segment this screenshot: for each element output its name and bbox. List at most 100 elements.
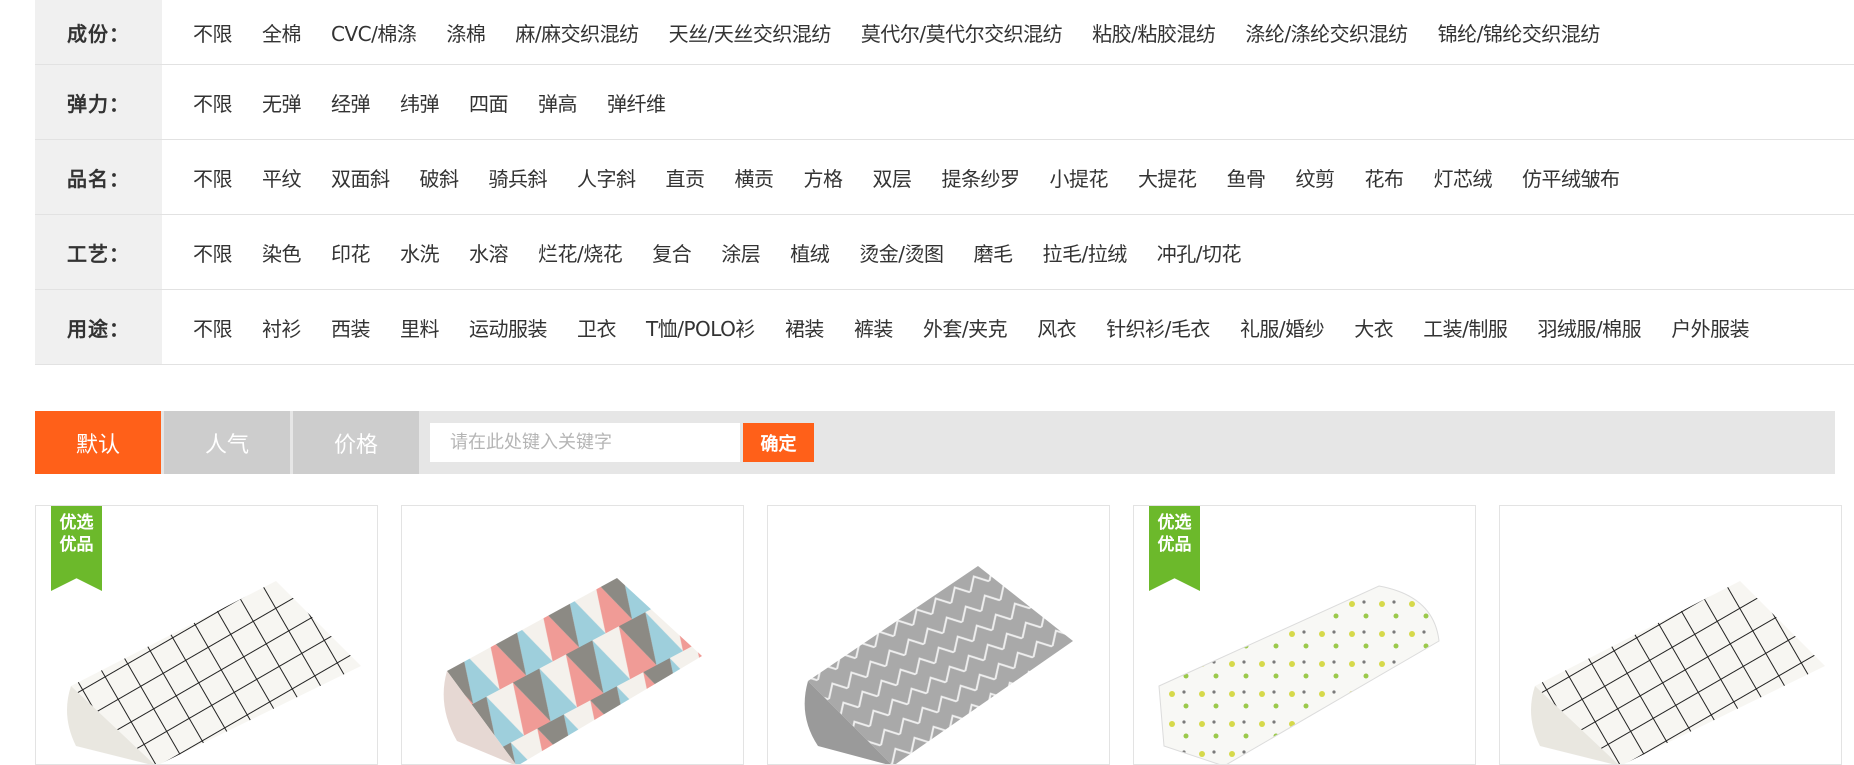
filter-option[interactable]: 不限 xyxy=(193,18,233,47)
filter-option[interactable]: 鱼骨 xyxy=(1227,163,1267,192)
fabric-image xyxy=(1531,581,1825,764)
filter-options: 不限 衬衫 西装 里料 运动服装 卫衣 T恤/POLO衫 裙装 裤装 外套/夹克 风衣 针织衫/毛衣 礼… xyxy=(193,290,1779,364)
filter-label: 成份： xyxy=(35,0,162,64)
filter-option[interactable]: 花布 xyxy=(1365,163,1405,192)
filter-label: 品名： xyxy=(35,140,162,214)
filter-option[interactable]: 风衣 xyxy=(1037,313,1077,342)
filter-option[interactable]: 水洗 xyxy=(400,238,440,267)
filter-option[interactable]: 不限 xyxy=(193,88,233,117)
filter-option[interactable]: 针织衫/毛衣 xyxy=(1106,313,1210,342)
filter-option[interactable]: 涤棉 xyxy=(446,18,486,47)
filter-option[interactable]: 磨毛 xyxy=(974,238,1014,267)
filter-option[interactable]: 水溶 xyxy=(469,238,509,267)
filter-option[interactable]: 植绒 xyxy=(790,238,830,267)
keyword-search-input[interactable] xyxy=(430,423,740,462)
filter-option[interactable]: 天丝/天丝交织混纺 xyxy=(669,18,832,47)
filter-row-composition: 成份： 不限 全棉 CVC/棉涤 涤棉 麻/麻交织混纺 天丝/天丝交织混纺 莫代尔/莫代尔交… xyxy=(35,0,1854,65)
filter-option[interactable]: 户外服装 xyxy=(1671,313,1750,342)
filter-panel: 成份： 不限 全棉 CVC/棉涤 涤棉 麻/麻交织混纺 天丝/天丝交织混纺 莫代尔/莫代尔交… xyxy=(35,0,1854,365)
filter-option[interactable]: 不限 xyxy=(193,238,233,267)
filter-option[interactable]: 麻/麻交织混纺 xyxy=(515,18,639,47)
filter-label: 用途： xyxy=(35,290,162,364)
filter-option[interactable]: 裤装 xyxy=(854,313,894,342)
filter-option[interactable]: 纹剪 xyxy=(1296,163,1336,192)
filter-row-product-name: 品名： 不限 平纹 双面斜 破斜 骑兵斜 人字斜 直贡 横贡 方格 双层 提条纱罗 小提花 大提花 鱼骨纹… xyxy=(35,140,1854,215)
filter-label: 弹力： xyxy=(35,65,162,139)
product-card[interactable]: 优选 优品 xyxy=(35,505,378,765)
filter-option[interactable]: 提条纱罗 xyxy=(942,163,1021,192)
filter-options: 不限 平纹 双面斜 破斜 骑兵斜 人字斜 直贡 横贡 方格 双层 提条纱罗 小提花 大提花 鱼骨 纹剪 花布灯… xyxy=(193,140,1650,214)
sort-tab-price[interactable]: 价格 xyxy=(293,411,419,474)
filter-options: 不限 染色 印花 水洗 水溶 烂花/烧花 复合 涂层 植绒 烫金/烫图 磨毛 拉毛/拉绒 冲孔/切花 xyxy=(193,215,1271,289)
filter-option[interactable]: 破斜 xyxy=(420,163,460,192)
product-card[interactable] xyxy=(401,505,744,765)
product-card[interactable] xyxy=(1499,505,1842,765)
filter-option[interactable]: 外套/夹克 xyxy=(923,313,1008,342)
filter-option[interactable]: 仿平绒皱布 xyxy=(1522,163,1620,192)
filter-option[interactable]: 运动服装 xyxy=(469,313,548,342)
filter-option[interactable]: 平纹 xyxy=(262,163,302,192)
badge-line: 优品 xyxy=(59,535,94,555)
filter-option[interactable]: 涤纶/涤纶交织混纺 xyxy=(1245,18,1408,47)
premium-badge: 优选 优品 xyxy=(51,506,102,591)
sort-tab-popularity[interactable]: 人气 xyxy=(164,411,290,474)
filter-option[interactable]: 工装/制服 xyxy=(1423,313,1508,342)
filter-options: 不限 无弹 经弹 纬弹 四面 弹高 弹纤维 xyxy=(193,65,696,139)
filter-option[interactable]: 冲孔/切花 xyxy=(1157,238,1242,267)
filter-option[interactable]: 弹纤维 xyxy=(607,88,666,117)
filter-option[interactable]: 里料 xyxy=(400,313,440,342)
fabric-image xyxy=(443,578,702,764)
product-card[interactable] xyxy=(767,505,1110,765)
product-card[interactable]: 优选 优品 xyxy=(1133,505,1476,765)
filter-option[interactable]: 烫金/烫图 xyxy=(859,238,944,267)
filter-option[interactable]: 卫衣 xyxy=(577,313,617,342)
fabric-image xyxy=(804,566,1073,764)
filter-option[interactable]: 不限 xyxy=(193,313,233,342)
filter-option[interactable]: 染色 xyxy=(262,238,302,267)
filter-option[interactable]: 小提花 xyxy=(1050,163,1109,192)
sort-bar: 默认 人气 价格 确定 xyxy=(35,411,1835,474)
filter-option[interactable]: 衬衫 xyxy=(262,313,302,342)
filter-option[interactable]: 直贡 xyxy=(666,163,706,192)
filter-option[interactable]: 人字斜 xyxy=(577,163,636,192)
filter-option[interactable]: 粘胶/粘胶混纺 xyxy=(1092,18,1216,47)
filter-option[interactable]: 双层 xyxy=(873,163,913,192)
filter-option[interactable]: 裙装 xyxy=(785,313,825,342)
filter-row-usage: 用途： 不限 衬衫 西装 里料 运动服装 卫衣 T恤/POLO衫 裙装 裤装 外套/夹克 风衣 针织衫… xyxy=(35,290,1854,365)
filter-option[interactable]: 灯芯绒 xyxy=(1434,163,1493,192)
filter-option[interactable]: 莫代尔/莫代尔交织混纺 xyxy=(861,18,1063,47)
filter-option[interactable]: 烂花/烧花 xyxy=(538,238,623,267)
filter-row-elasticity: 弹力： 不限 无弹 经弹 纬弹 四面 弹高 弹纤维 xyxy=(35,65,1854,140)
filter-option[interactable]: 大提花 xyxy=(1138,163,1197,192)
filter-option[interactable]: 不限 xyxy=(193,163,233,192)
filter-option[interactable]: CVC/棉涤 xyxy=(331,18,417,47)
filter-option[interactable]: 方格 xyxy=(804,163,844,192)
filter-option[interactable]: 复合 xyxy=(652,238,692,267)
filter-option[interactable]: 西装 xyxy=(331,313,371,342)
badge-line: 优选 xyxy=(1157,513,1192,533)
filter-option[interactable]: 纬弹 xyxy=(400,88,440,117)
confirm-search-button[interactable]: 确定 xyxy=(743,423,814,462)
filter-option[interactable]: 全棉 xyxy=(262,18,302,47)
sort-tab-default[interactable]: 默认 xyxy=(35,411,161,474)
filter-option[interactable]: 羽绒服/棉服 xyxy=(1537,313,1641,342)
filter-option[interactable]: 拉毛/拉绒 xyxy=(1043,238,1128,267)
filter-option[interactable]: 四面 xyxy=(469,88,509,117)
filter-label: 工艺： xyxy=(35,215,162,289)
filter-option[interactable]: 无弹 xyxy=(262,88,302,117)
filter-option[interactable]: 骑兵斜 xyxy=(489,163,548,192)
filter-row-process: 工艺： 不限 染色 印花 水洗 水溶 烂花/烧花 复合 涂层 植绒 烫金/烫图 磨毛 拉毛/拉绒 冲孔/… xyxy=(35,215,1854,290)
filter-option[interactable]: 经弹 xyxy=(331,88,371,117)
filter-option[interactable]: 横贡 xyxy=(735,163,775,192)
badge-line: 优选 xyxy=(59,513,94,533)
filter-options: 不限 全棉 CVC/棉涤 涤棉 麻/麻交织混纺 天丝/天丝交织混纺 莫代尔/莫代尔交织混纺粘… xyxy=(193,0,1630,64)
filter-option[interactable]: 印花 xyxy=(331,238,371,267)
filter-option[interactable]: 弹高 xyxy=(538,88,578,117)
filter-option[interactable]: 双面斜 xyxy=(331,163,390,192)
filter-option[interactable]: 大衣 xyxy=(1354,313,1394,342)
filter-option[interactable]: 涂层 xyxy=(721,238,761,267)
badge-line: 优品 xyxy=(1157,535,1192,555)
filter-option[interactable]: 礼服/婚纱 xyxy=(1240,313,1325,342)
filter-option[interactable]: T恤/POLO衫 xyxy=(646,313,755,342)
filter-option[interactable]: 锦纶/锦纶交织混纺 xyxy=(1438,18,1601,47)
